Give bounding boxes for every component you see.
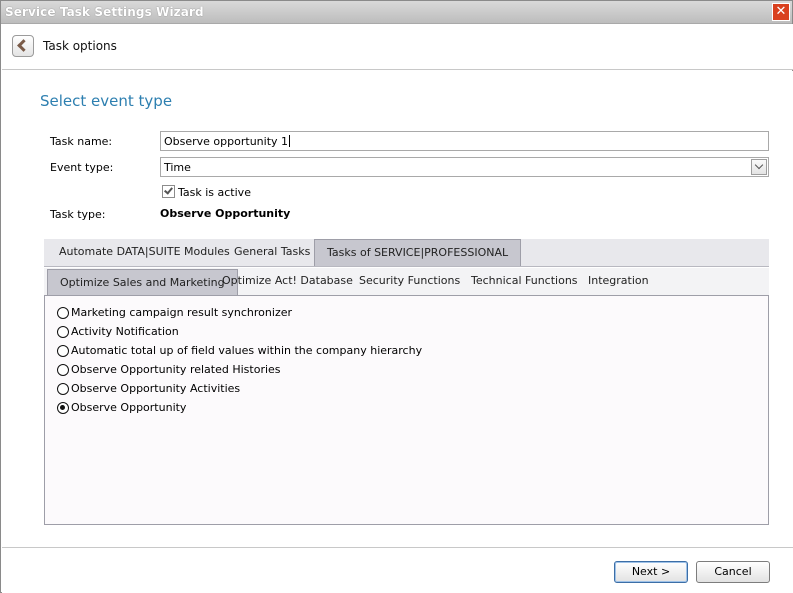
radio-button[interactable]	[57, 326, 69, 338]
task-options-panel: Marketing campaign result synchronizer A…	[44, 296, 769, 525]
option-label: Observe Opportunity related Histories	[71, 363, 281, 376]
radio-selected-dot	[60, 405, 65, 410]
tab-general-tasks[interactable]: General Tasks	[222, 239, 322, 266]
option-label: Observe Opportunity	[71, 401, 187, 414]
option-label: Automatic total up of field values withi…	[71, 344, 423, 357]
chevron-down-icon	[754, 160, 764, 170]
title-bar: Service Task Settings Wizard ✕	[1, 1, 792, 24]
wizard-window: Service Task Settings Wizard ✕ Task opti…	[0, 0, 793, 593]
task-type-label: Task type:	[50, 208, 106, 221]
radio-button[interactable]	[57, 364, 69, 376]
tab-security-functions[interactable]: Security Functions	[347, 268, 472, 295]
event-type-select[interactable]: Time	[160, 157, 769, 177]
radio-button[interactable]	[57, 383, 69, 395]
next-button[interactable]: Next >	[614, 561, 688, 583]
task-active-checkbox[interactable]	[162, 185, 175, 198]
task-subcategory-tabs: Optimize Sales and Marketing Optimize Ac…	[44, 268, 769, 296]
option-label: Observe Opportunity Activities	[71, 382, 241, 395]
text-caret	[289, 135, 291, 147]
event-type-value: Time	[164, 161, 191, 174]
back-button[interactable]	[12, 35, 34, 57]
task-category-tabs: Automate DATA|SUITE Modules General Task…	[44, 239, 769, 267]
tab-technical-functions[interactable]: Technical Functions	[459, 268, 590, 295]
task-name-label: Task name:	[50, 135, 113, 148]
radio-button[interactable]	[57, 307, 69, 319]
cancel-button[interactable]: Cancel	[696, 561, 770, 583]
option-label: Activity Notification	[71, 325, 179, 338]
option-label: Marketing campaign result synchronizer	[71, 306, 293, 319]
dropdown-button[interactable]	[751, 159, 767, 175]
tab-automate-datasuite-modules[interactable]: Automate DATA|SUITE Modules	[47, 239, 242, 266]
chevron-left-icon	[17, 39, 30, 52]
task-type-value: Observe Opportunity	[160, 207, 291, 220]
wizard-footer: Next > Cancel	[2, 547, 793, 593]
section-title: Select event type	[40, 92, 173, 110]
task-name-value: Observe opportunity 1	[164, 135, 289, 148]
tab-optimize-act-database[interactable]: Optimize Act! Database	[210, 268, 365, 295]
radio-button[interactable]	[57, 345, 69, 357]
window-title: Service Task Settings Wizard	[5, 5, 204, 19]
wizard-content: Select event type Task name: Observe opp…	[2, 71, 793, 547]
wizard-header: Task options	[2, 24, 793, 70]
task-name-input[interactable]: Observe opportunity 1	[160, 131, 769, 151]
page-title: Task options	[43, 39, 117, 53]
event-type-label: Event type:	[50, 161, 114, 174]
close-button[interactable]: ✕	[772, 3, 790, 21]
tab-integration[interactable]: Integration	[576, 268, 661, 295]
tab-tasks-of-service-professional[interactable]: Tasks of SERVICE|PROFESSIONAL	[314, 239, 522, 266]
radio-button-selected[interactable]	[57, 402, 69, 414]
checkmark-icon	[164, 185, 173, 195]
task-active-label[interactable]: Task is active	[178, 186, 251, 199]
